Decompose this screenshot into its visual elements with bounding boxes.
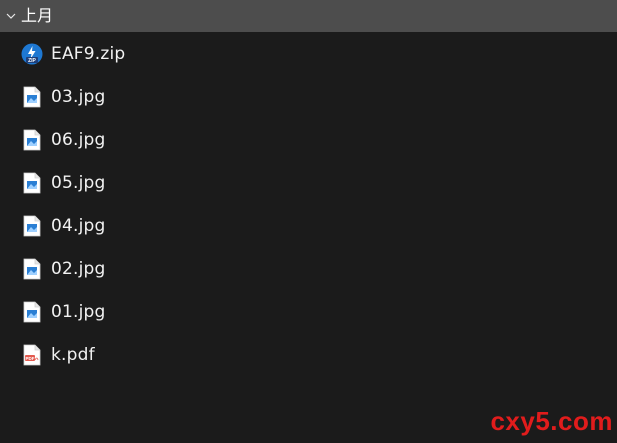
file-item-02-jpg[interactable]: 02.jpg <box>0 247 617 290</box>
file-name: 02.jpg <box>51 258 106 279</box>
file-item-03-jpg[interactable]: 03.jpg <box>0 75 617 118</box>
file-name: 05.jpg <box>51 172 106 193</box>
file-item-06-jpg[interactable]: 06.jpg <box>0 118 617 161</box>
file-item-04-jpg[interactable]: 04.jpg <box>0 204 617 247</box>
file-name: 01.jpg <box>51 301 106 322</box>
image-file-icon <box>21 128 43 152</box>
file-explorer-window: 上月 ZIP EAF9.zip 03.jpg 06.jpg 05.jpg 04.… <box>0 0 617 443</box>
image-file-icon <box>21 300 43 324</box>
watermark-text: cxy5.com <box>490 406 613 436</box>
group-title: 上月 <box>21 6 54 25</box>
zip-archive-icon: ZIP <box>21 42 43 66</box>
pdf-file-icon: PDF <box>21 343 43 367</box>
file-name: 06.jpg <box>51 129 106 150</box>
image-file-icon <box>21 85 43 109</box>
image-file-icon <box>21 257 43 281</box>
file-name: k.pdf <box>51 344 95 365</box>
file-item-k-pdf[interactable]: PDF k.pdf <box>0 333 617 376</box>
file-name: 04.jpg <box>51 215 106 236</box>
file-item-eaf9-zip[interactable]: ZIP EAF9.zip <box>0 32 617 75</box>
svg-text:ZIP: ZIP <box>28 58 36 64</box>
image-file-icon <box>21 171 43 195</box>
file-name: EAF9.zip <box>51 43 126 64</box>
file-item-01-jpg[interactable]: 01.jpg <box>0 290 617 333</box>
svg-text:PDF: PDF <box>26 356 35 361</box>
file-item-05-jpg[interactable]: 05.jpg <box>0 161 617 204</box>
image-file-icon <box>21 214 43 238</box>
file-name: 03.jpg <box>51 86 106 107</box>
group-header-last-month[interactable]: 上月 <box>0 0 617 32</box>
file-list: ZIP EAF9.zip 03.jpg 06.jpg 05.jpg 04.jpg… <box>0 32 617 376</box>
chevron-down-icon[interactable] <box>5 10 17 22</box>
